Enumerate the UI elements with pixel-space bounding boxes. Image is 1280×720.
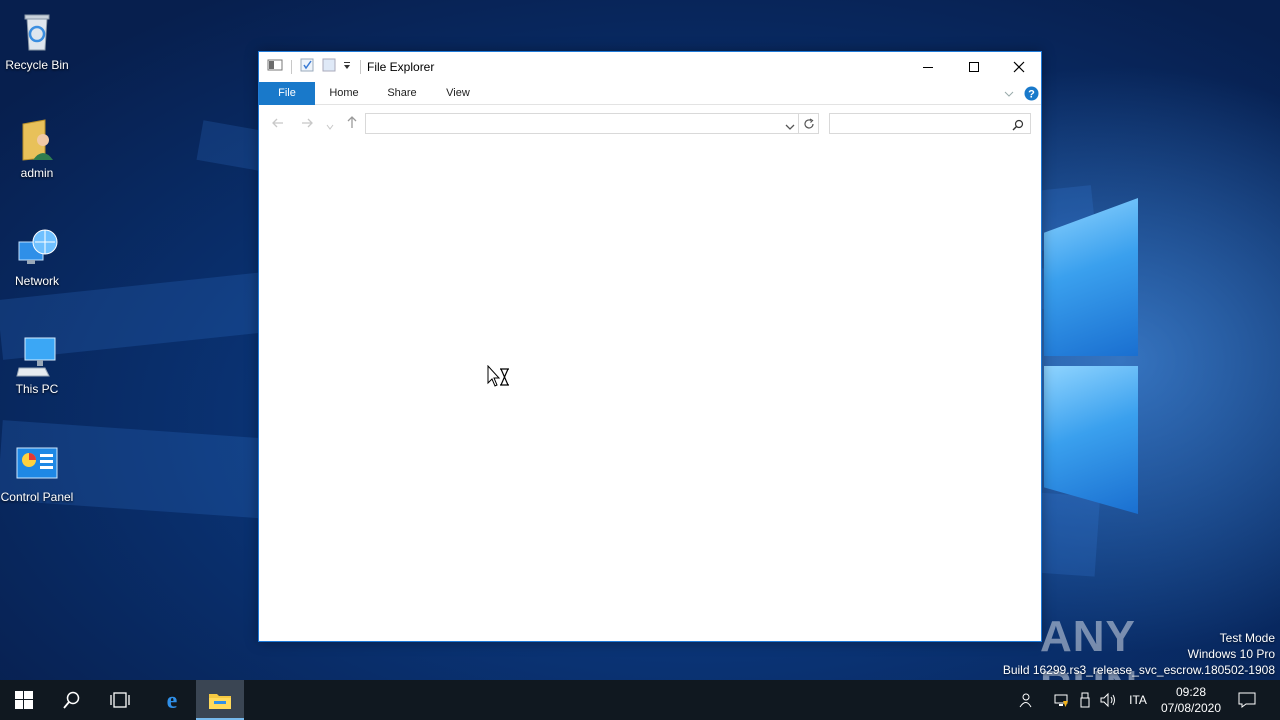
file-explorer-window[interactable]: File Explorer File Home Share View ? — [258, 51, 1042, 642]
edge-browser-icon: e — [167, 689, 178, 711]
taskbar-search-icon — [63, 691, 80, 709]
desktop-icon-label: Control Panel — [0, 490, 74, 504]
back-arrow-icon[interactable] — [271, 116, 285, 135]
taskbar: e ITA 09:28 07/08/2020 — [0, 680, 1280, 720]
quick-access-toolbar — [267, 58, 369, 77]
title-bar[interactable]: File Explorer — [259, 52, 1041, 82]
up-arrow-icon[interactable] — [345, 115, 359, 134]
usb-tray-icon[interactable] — [1076, 680, 1094, 720]
busy-cursor-icon — [487, 364, 511, 394]
desktop-icon-admin[interactable]: admin — [0, 118, 74, 181]
svg-text:e: e — [167, 689, 178, 711]
address-dropdown-chevron-icon[interactable] — [785, 119, 795, 137]
customize-qat-chevron-icon[interactable] — [342, 58, 352, 76]
system-watermark: Test Mode Windows 10 Pro Build 16299.rs3… — [1003, 630, 1275, 678]
computer-icon — [15, 334, 59, 378]
minimize-button[interactable] — [905, 52, 951, 81]
refresh-icon — [803, 117, 814, 129]
window-title: File Explorer — [367, 60, 435, 74]
desktop-icon-control-panel[interactable]: Control Panel — [0, 442, 74, 505]
task-view-button[interactable] — [96, 680, 144, 720]
tab-share[interactable]: Share — [377, 82, 427, 105]
network-tray-icon[interactable] — [1050, 680, 1072, 720]
clock-time: 09:28 — [1175, 685, 1207, 699]
watermark-line-2: Windows 10 Pro — [1187, 647, 1275, 661]
watermark-line-1: Test Mode — [1219, 631, 1275, 645]
svg-text:?: ? — [1028, 89, 1035, 101]
windows-logo-icon — [15, 691, 33, 709]
explorer-app-icon — [267, 58, 283, 77]
recent-locations-chevron-icon[interactable] — [326, 118, 334, 136]
taskbar-file-explorer[interactable] — [196, 680, 244, 720]
clock-date: 07/08/2020 — [1160, 701, 1222, 715]
desktop-icon-this-pc[interactable]: This PC — [0, 334, 74, 397]
control-panel-icon — [15, 442, 59, 486]
forward-arrow-icon[interactable] — [300, 116, 314, 135]
start-button[interactable] — [0, 680, 48, 720]
close-button[interactable] — [996, 52, 1042, 81]
new-folder-icon[interactable] — [322, 58, 336, 77]
maximize-button[interactable] — [951, 52, 997, 81]
tab-view[interactable]: View — [433, 82, 483, 105]
search-icon — [1012, 118, 1024, 136]
desktop-icon-label: admin — [20, 166, 54, 180]
network-icon — [15, 226, 59, 270]
desktop-icon-label: Network — [14, 274, 59, 288]
desktop-icon-label: This PC — [15, 382, 59, 396]
search-box[interactable] — [829, 113, 1031, 134]
expand-ribbon-chevron-icon[interactable] — [1003, 87, 1015, 105]
desktop-icon-recycle-bin[interactable]: Recycle Bin — [0, 10, 74, 73]
action-center-icon[interactable] — [1234, 680, 1260, 720]
help-icon[interactable]: ? — [1024, 86, 1039, 106]
desktop-icon-label: Recycle Bin — [5, 58, 69, 72]
properties-icon[interactable] — [300, 58, 314, 77]
user-folder-icon — [15, 118, 59, 162]
watermark-line-3: Build 16299.rs3_release_svc_escrow.18050… — [1002, 663, 1275, 677]
recycle-bin-icon — [15, 10, 59, 54]
people-icon[interactable] — [1012, 680, 1036, 720]
address-bar[interactable] — [365, 113, 799, 134]
file-explorer-icon — [209, 694, 231, 709]
search-button[interactable] — [48, 680, 96, 720]
desktop-icon-network[interactable]: Network — [0, 226, 74, 289]
input-language[interactable]: ITA — [1124, 680, 1152, 720]
content-area[interactable] — [259, 140, 1041, 641]
refresh-button[interactable] — [799, 113, 819, 134]
volume-icon[interactable] — [1098, 680, 1120, 720]
taskbar-edge[interactable]: e — [148, 680, 196, 720]
system-clock[interactable]: 09:28 07/08/2020 — [1152, 684, 1230, 716]
navigation-bar — [259, 106, 1041, 138]
tab-file[interactable]: File — [259, 82, 315, 105]
ribbon-tabs: File Home Share View ? — [259, 82, 1041, 105]
tab-home[interactable]: Home — [319, 82, 369, 105]
task-view-icon — [110, 692, 130, 708]
